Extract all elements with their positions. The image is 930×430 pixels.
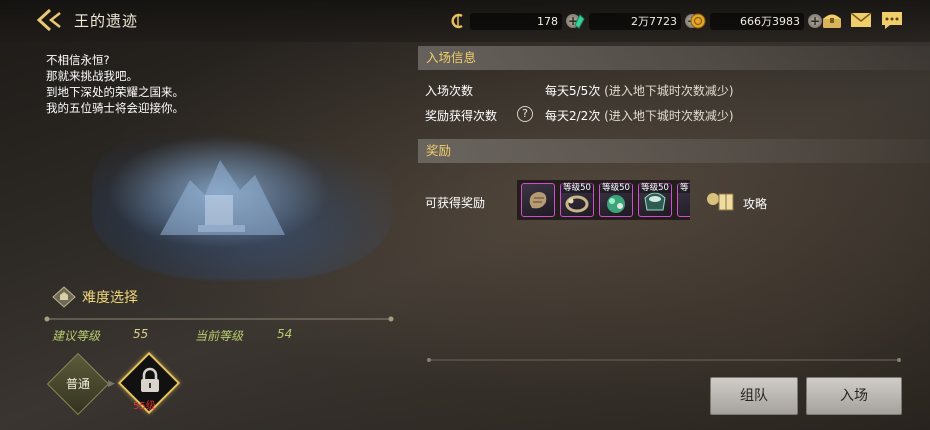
entry-count-label: 入场次数 bbox=[425, 84, 474, 98]
help-question-icon[interactable]: ? bbox=[517, 106, 533, 122]
item-level-label: 等级50 bbox=[639, 183, 671, 193]
item-level-label: 等级50 bbox=[561, 183, 593, 193]
lock-icon bbox=[141, 367, 159, 392]
chat-icon[interactable] bbox=[880, 9, 904, 31]
dungeon-coin-icon bbox=[451, 13, 463, 29]
team-button[interactable]: 组队 bbox=[710, 377, 798, 415]
reward-item-slot[interactable]: 等级50 bbox=[638, 183, 672, 217]
reward-count-note: (进入地下城时次数减少) bbox=[600, 109, 734, 123]
guide-book-icon[interactable] bbox=[706, 190, 736, 212]
throne-illustration bbox=[160, 160, 285, 235]
currency-gold: 666万3983 + bbox=[690, 11, 822, 31]
difficulty-normal-label[interactable]: 普通 bbox=[55, 375, 101, 392]
rewards-label: 可获得奖励 bbox=[425, 196, 486, 210]
reward-item-slot[interactable]: 等 bbox=[677, 183, 690, 217]
reward-item-slot[interactable]: 等级50 bbox=[560, 183, 594, 217]
gold-coin-icon bbox=[690, 13, 706, 29]
treasure-chest-icon[interactable] bbox=[820, 9, 844, 31]
currency-value: 178 bbox=[470, 12, 562, 30]
reward-count-text: 每天2/2次 bbox=[545, 109, 601, 123]
description-line: 不相信永恒? bbox=[46, 53, 110, 67]
back-arrow-icon[interactable] bbox=[36, 7, 64, 33]
guide-label[interactable]: 攻略 bbox=[743, 195, 767, 212]
entry-count-text: 每天5/5次 bbox=[545, 84, 601, 98]
currency-value: 2万7723 bbox=[589, 12, 681, 30]
description-line: 那就来挑战我吧。 bbox=[46, 69, 138, 83]
description-line: 我的五位骑士将会迎接你。 bbox=[46, 101, 184, 115]
description-line: 到地下深处的荣耀之国来。 bbox=[46, 85, 184, 99]
rewards-header: 奖励 bbox=[418, 139, 930, 163]
reward-count-label: 奖励获得次数 bbox=[425, 109, 498, 123]
reward-count-value: 每天2/2次 (进入地下城时次数减少) bbox=[545, 107, 734, 124]
current-level-value: 54 bbox=[277, 327, 293, 341]
currency-green-gem: 2万7723 + bbox=[571, 11, 699, 31]
entry-count-note: (进入地下城时次数减少) bbox=[600, 84, 734, 98]
currency-dungeon-coin: 178 + bbox=[450, 11, 580, 31]
divider bbox=[427, 358, 901, 362]
currency-value: 666万3983 bbox=[710, 12, 804, 30]
enter-button[interactable]: 入场 bbox=[806, 377, 902, 415]
reward-items-strip[interactable]: 等级50 等级50 等级50 等 bbox=[517, 180, 690, 220]
reward-item-slot[interactable]: 等级50 bbox=[599, 183, 633, 217]
locked-level-requirement: 55级 bbox=[133, 401, 156, 412]
reward-item-slot[interactable] bbox=[521, 183, 555, 217]
difficulty-title: 难度选择 bbox=[82, 290, 138, 306]
difficulty-arrow-icon: ▶ bbox=[108, 379, 115, 389]
recommended-level-label: 建议等级 bbox=[52, 329, 101, 343]
item-level-label: 等 bbox=[678, 183, 690, 193]
item-level-label: 等级50 bbox=[600, 183, 632, 193]
recommended-level-value: 55 bbox=[133, 327, 149, 341]
green-gem-icon bbox=[574, 14, 585, 29]
divider bbox=[44, 316, 394, 322]
dungeon-description: 不相信永恒? 那就来挑战我吧。 到地下深处的荣耀之国来。 我的五位骑士将会迎接你… bbox=[46, 52, 184, 116]
mail-icon[interactable] bbox=[849, 9, 873, 31]
entry-info-header: 入场信息 bbox=[418, 46, 930, 70]
page-title: 王的遗迹 bbox=[74, 12, 139, 30]
difficulty-icon bbox=[52, 286, 76, 308]
scroll-item-icon bbox=[529, 192, 547, 209]
current-level-label: 当前等级 bbox=[195, 329, 244, 343]
entry-count-value: 每天5/5次 (进入地下城时次数减少) bbox=[545, 82, 734, 99]
